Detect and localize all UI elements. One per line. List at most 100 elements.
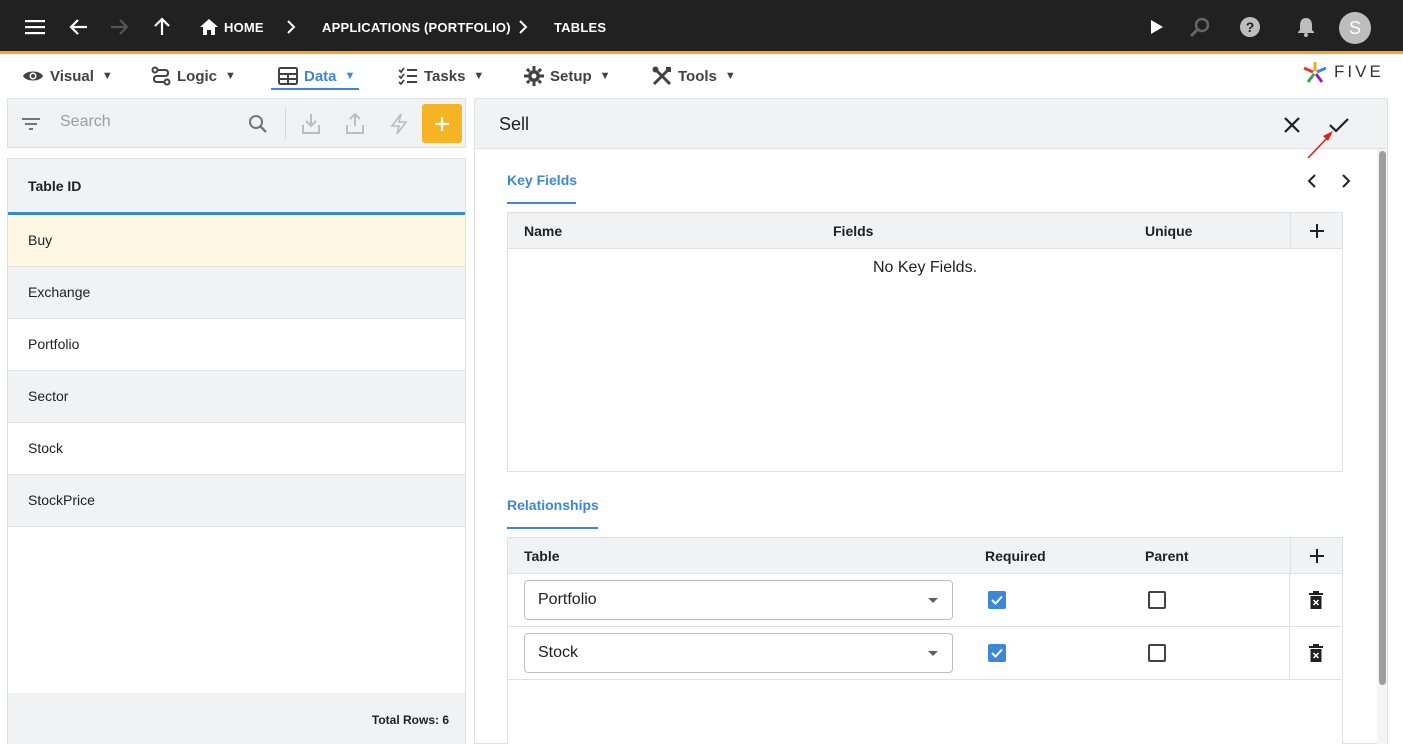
user-avatar[interactable]: S (1339, 12, 1371, 44)
key-fields-grid: Name Fields Unique No Key Fields. (507, 212, 1343, 472)
dropdown-arrow-icon: ▼ (225, 70, 236, 82)
dropdown-arrow-icon: ▼ (599, 70, 611, 82)
chevron-right-icon (286, 19, 296, 35)
table-row[interactable]: StockPrice (8, 475, 465, 527)
tools-icon (652, 66, 672, 86)
active-menu-indicator (271, 88, 359, 90)
home-icon[interactable] (196, 14, 222, 40)
breadcrumb-applications[interactable]: APPLICATIONS (PORTFOLIO) (322, 0, 511, 54)
notification-bell-icon[interactable] (1293, 14, 1319, 40)
column-table[interactable]: Table (524, 548, 560, 564)
lightning-icon[interactable] (386, 111, 412, 137)
menu-tools[interactable]: Tools ▼ (652, 62, 736, 90)
help-icon[interactable]: ? (1237, 14, 1263, 40)
table-row-label: Portfolio (28, 336, 80, 352)
delete-relationship-button[interactable] (1289, 574, 1341, 626)
dropdown-arrow-icon: ▼ (724, 70, 736, 82)
chevron-right-icon (518, 19, 528, 35)
plus-icon (435, 116, 449, 131)
table-select-value: Portfolio (538, 591, 597, 608)
table-row[interactable]: Stock (8, 423, 465, 475)
eye-icon (23, 71, 43, 81)
required-checkbox[interactable] (988, 644, 1006, 662)
relationship-row: Stock (508, 627, 1341, 680)
total-rows-label: Total Rows: 6 (371, 713, 449, 727)
tab-relationships-indicator (507, 527, 598, 529)
import-icon[interactable] (298, 111, 324, 137)
table-select[interactable]: Stock (524, 633, 953, 673)
table-row-label: StockPrice (28, 492, 95, 508)
hamburger-menu-icon[interactable] (22, 14, 48, 40)
select-caret-icon (928, 651, 938, 656)
tab-relationships[interactable]: Relationships (507, 497, 599, 513)
filter-icon[interactable] (18, 111, 44, 137)
checkmark-icon (991, 595, 1003, 605)
back-arrow-icon[interactable] (66, 14, 92, 40)
up-arrow-icon[interactable] (149, 14, 175, 40)
parent-checkbox[interactable] (1148, 591, 1166, 609)
delete-relationship-button[interactable] (1289, 627, 1341, 679)
select-caret-icon (928, 598, 938, 603)
table-row[interactable]: Sector (8, 371, 465, 423)
svg-text:?: ? (1246, 19, 1255, 35)
key-fields-grid-header: Name Fields Unique (508, 213, 1342, 249)
column-fields[interactable]: Fields (833, 223, 873, 239)
table-list: Table ID Buy Exchange Portfolio Sector Stock… (7, 158, 466, 744)
chevron-left-icon[interactable] (1299, 168, 1325, 194)
column-required[interactable]: Required (985, 548, 1046, 564)
list-header-label: Table ID (28, 178, 82, 194)
table-row[interactable]: Portfolio (8, 319, 465, 371)
gear-icon (524, 66, 544, 86)
logo-text: FIVE (1334, 62, 1384, 81)
relationships-grid: Table Required Parent Portfolio Stock (507, 537, 1343, 744)
relationships-grid-header: Table Required Parent (508, 538, 1342, 574)
list-column-header[interactable]: Table ID (8, 159, 465, 215)
play-icon[interactable] (1144, 14, 1170, 40)
add-relationship-button[interactable] (1290, 538, 1342, 573)
five-logo: FIVE (1302, 60, 1384, 84)
add-record-button[interactable] (422, 104, 462, 143)
table-icon (278, 67, 298, 85)
plus-icon (1309, 223, 1324, 238)
debug-search-icon[interactable] (1187, 14, 1213, 40)
breadcrumb-tables[interactable]: TABLES (554, 0, 606, 54)
form-title: Sell (499, 114, 530, 134)
forward-arrow-icon[interactable] (106, 14, 132, 40)
chevron-right-icon[interactable] (1333, 168, 1359, 194)
menu-data-label: Data (304, 67, 337, 85)
breadcrumb-home[interactable]: HOME (224, 0, 264, 54)
empty-key-fields-message: No Key Fields. (872, 259, 978, 276)
table-row[interactable]: Buy (8, 215, 465, 267)
table-row[interactable]: Exchange (8, 267, 465, 319)
list-footer: Total Rows: 6 (8, 693, 465, 744)
scrollbar-thumb[interactable] (1379, 151, 1386, 685)
menu-setup[interactable]: Setup ▼ (524, 62, 611, 90)
checklist-icon (398, 67, 417, 85)
search-icon[interactable] (245, 111, 271, 137)
relationship-row: Portfolio (508, 574, 1341, 627)
add-key-field-button[interactable] (1290, 213, 1342, 248)
column-unique[interactable]: Unique (1145, 223, 1192, 239)
menu-bar: Visual ▼ Logic ▼ Data ▼ Tasks ▼ Setup ▼ … (0, 54, 1403, 94)
top-app-bar: HOME APPLICATIONS (PORTFOLIO) TABLES ? S (0, 0, 1403, 54)
five-logo-mark-icon (1303, 62, 1327, 83)
dropdown-arrow-icon: ▼ (101, 70, 113, 82)
menu-visual-label: Visual (50, 67, 94, 85)
trash-icon (1308, 644, 1323, 662)
column-name[interactable]: Name (524, 223, 562, 239)
record-form: Sell Key Fields Name Fields Unique No Ke… (474, 98, 1388, 744)
tab-key-fields[interactable]: Key Fields (507, 172, 577, 188)
required-checkbox[interactable] (988, 591, 1006, 609)
menu-logic[interactable]: Logic ▼ (151, 62, 236, 90)
close-icon[interactable] (1279, 112, 1305, 138)
menu-data[interactable]: Data ▼ (278, 62, 355, 90)
menu-visual[interactable]: Visual ▼ (22, 62, 113, 90)
table-select[interactable]: Portfolio (524, 580, 953, 620)
form-header: Sell (475, 99, 1387, 149)
menu-tasks[interactable]: Tasks ▼ (398, 62, 484, 90)
export-icon[interactable] (342, 111, 368, 137)
column-parent[interactable]: Parent (1145, 548, 1189, 564)
search-input[interactable]: Search (60, 113, 111, 131)
parent-checkbox[interactable] (1148, 644, 1166, 662)
table-select-value: Stock (538, 644, 579, 661)
